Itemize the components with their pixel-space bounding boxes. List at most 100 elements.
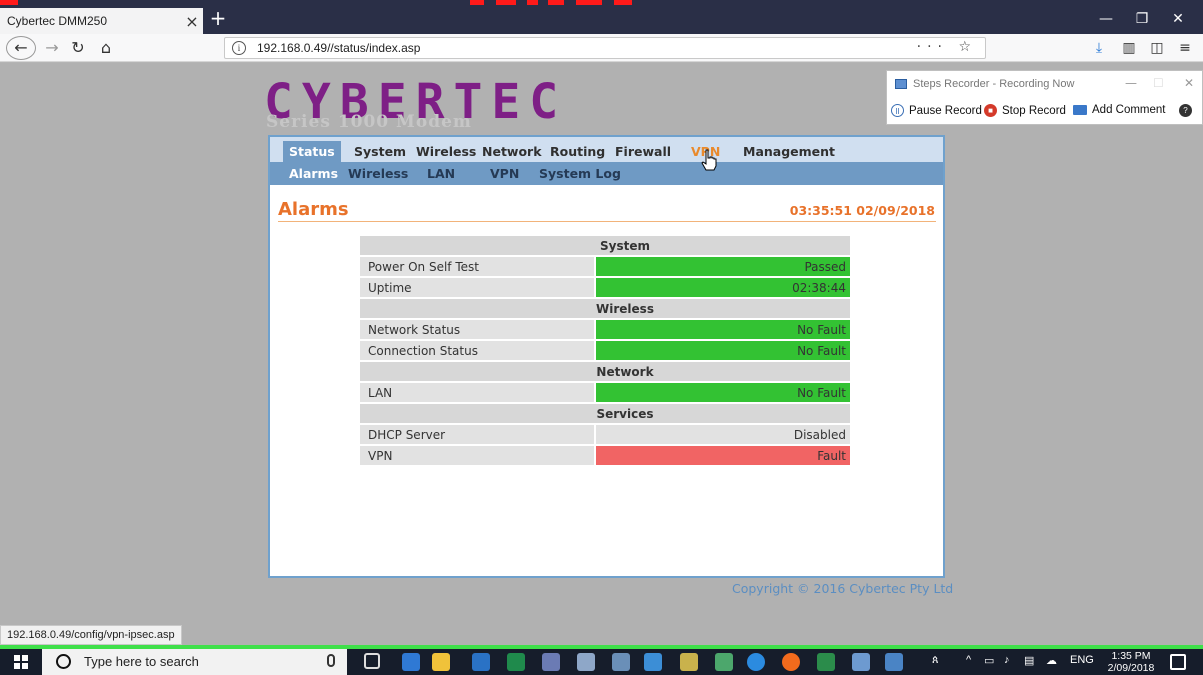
menu-routing[interactable]: Routing xyxy=(550,144,605,159)
sub-menu: Alarms Wireless LAN VPN System Log xyxy=(270,162,943,185)
taskbar-search[interactable]: Type here to search xyxy=(42,649,347,675)
action-center-icon[interactable] xyxy=(1170,654,1186,670)
submenu-lan[interactable]: LAN xyxy=(427,166,455,181)
hand-cursor-icon xyxy=(701,149,717,171)
menu-system[interactable]: System xyxy=(354,144,406,159)
volume-icon[interactable]: ♪ xyxy=(1004,654,1010,666)
cortana-icon xyxy=(56,654,71,669)
page-actions[interactable]: ··· ☆ xyxy=(917,39,977,55)
app-icon[interactable] xyxy=(542,653,560,671)
new-tab-button[interactable]: + xyxy=(207,8,229,30)
microphone-icon[interactable] xyxy=(327,654,335,667)
back-icon[interactable]: ← xyxy=(6,36,36,60)
steps-recorder-toolbar: II Pause Record ■ Stop Record Add Comment … xyxy=(887,101,1202,125)
section-header-row: System xyxy=(360,236,850,255)
row-label: Uptime xyxy=(360,278,596,297)
edge-icon[interactable] xyxy=(747,653,765,671)
network-icon[interactable]: ▤ xyxy=(1024,654,1034,667)
reload-icon[interactable]: ↻ xyxy=(66,37,90,59)
app-icon[interactable] xyxy=(852,653,870,671)
content-frame: Status System Wireless Network Routing F… xyxy=(268,135,945,578)
sidebar-icon[interactable]: ◫ xyxy=(1145,37,1169,59)
section-header-row: Services xyxy=(360,404,850,423)
row-label: LAN xyxy=(360,383,596,402)
menu-network[interactable]: Network xyxy=(482,144,542,159)
stop-record-button[interactable]: ■ Stop Record xyxy=(984,104,1066,117)
app-icon[interactable] xyxy=(577,653,595,671)
browser-tab[interactable]: Cybertec DMM250 × xyxy=(0,8,203,34)
people-icon[interactable]: ጰ xyxy=(932,654,939,667)
row-label: Power On Self Test xyxy=(360,257,596,276)
minimize-icon[interactable]: — xyxy=(1088,8,1124,30)
task-view-icon[interactable] xyxy=(364,653,380,669)
pause-record-button[interactable]: II Pause Record xyxy=(891,104,982,117)
section-wireless: Wireless xyxy=(360,299,850,318)
table-row: DHCP Server Disabled xyxy=(360,425,850,444)
restore-icon[interactable]: ❐ xyxy=(1124,8,1160,30)
tab-title: Cybertec DMM250 xyxy=(7,14,108,28)
project-icon[interactable] xyxy=(817,653,835,671)
row-label: Network Status xyxy=(360,320,596,339)
file-explorer-icon[interactable] xyxy=(432,653,450,671)
language-indicator[interactable]: ENG xyxy=(1070,654,1094,666)
battery-icon[interactable]: ▭ xyxy=(984,654,994,667)
firefox-icon[interactable] xyxy=(782,653,800,671)
close-icon[interactable]: ✕ xyxy=(1184,76,1194,90)
maximize-icon: ☐ xyxy=(1153,76,1164,90)
excel-icon[interactable] xyxy=(507,653,525,671)
web-page: CYBERTEC Series 1000 Modem Status System… xyxy=(0,63,1203,646)
app-icon[interactable] xyxy=(402,653,420,671)
table-row: Power On Self Test Passed xyxy=(360,257,850,276)
download-icon[interactable]: ⤓ xyxy=(1087,37,1111,59)
status-value: No Fault xyxy=(596,341,850,360)
library-icon[interactable]: ▥ xyxy=(1117,37,1141,59)
onedrive-icon[interactable]: ☁ xyxy=(1046,654,1057,667)
app-icon[interactable] xyxy=(680,653,698,671)
browser-navbar: ← → ↻ ⌂ i 192.168.0.49//status/index.asp… xyxy=(0,34,1203,62)
steps-recorder-title: Steps Recorder - Recording Now xyxy=(913,78,1075,90)
taskbar-clock[interactable]: 1:35 PM 2/09/2018 xyxy=(1098,650,1164,674)
copyright-text: Copyright © 2016 Cybertec Pty Ltd xyxy=(732,581,954,596)
status-value: No Fault xyxy=(596,383,850,402)
status-value: Disabled xyxy=(596,425,850,444)
windows-taskbar: Type here to search ጰ ^ ▭ ♪ ▤ ☁ ENG 1:35… xyxy=(0,649,1203,675)
close-window-icon[interactable]: ✕ xyxy=(1160,8,1196,30)
forward-icon[interactable]: → xyxy=(40,37,64,59)
submenu-system-log[interactable]: System Log xyxy=(539,166,621,181)
section-header-row: Network xyxy=(360,362,850,381)
tray-chevron-icon[interactable]: ^ xyxy=(966,654,971,666)
menu-firewall[interactable]: Firewall xyxy=(615,144,671,159)
section-system: System xyxy=(360,236,850,255)
add-comment-button[interactable]: Add Comment xyxy=(1073,104,1166,116)
steps-recorder-titlebar: Steps Recorder - Recording Now — ☐ ✕ xyxy=(887,71,1202,97)
address-bar[interactable]: i 192.168.0.49//status/index.asp ··· ☆ xyxy=(224,37,986,59)
app-icon[interactable] xyxy=(715,653,733,671)
url-text[interactable]: 192.168.0.49//status/index.asp xyxy=(257,41,420,55)
outlook-icon[interactable] xyxy=(472,653,490,671)
menu-management[interactable]: Management xyxy=(743,144,835,159)
browser-status-url: 192.168.0.49/config/vpn-ipsec.asp xyxy=(0,625,182,645)
app-icon[interactable] xyxy=(644,653,662,671)
table-row: Uptime 02:38:44 xyxy=(360,278,850,297)
submenu-alarms[interactable]: Alarms xyxy=(289,166,338,181)
menu-status[interactable]: Status xyxy=(283,141,341,162)
help-button[interactable]: ? xyxy=(1179,104,1197,117)
status-value: Passed xyxy=(596,257,850,276)
steps-recorder-icon xyxy=(895,79,907,89)
menu-wireless[interactable]: Wireless xyxy=(416,144,476,159)
status-value: 02:38:44 xyxy=(596,278,850,297)
submenu-vpn[interactable]: VPN xyxy=(490,166,519,181)
info-icon[interactable]: i xyxy=(232,41,246,55)
steps-recorder-icon[interactable] xyxy=(885,653,903,671)
submenu-wireless[interactable]: Wireless xyxy=(348,166,408,181)
calculator-icon[interactable] xyxy=(612,653,630,671)
minimize-icon[interactable]: — xyxy=(1125,76,1137,90)
close-icon[interactable]: × xyxy=(181,12,203,31)
home-icon[interactable]: ⌂ xyxy=(94,37,118,59)
menu-icon[interactable]: ≡ xyxy=(1173,37,1197,59)
alarms-table: System Power On Self Test Passed Uptime … xyxy=(360,234,850,467)
main-menu: Status System Wireless Network Routing F… xyxy=(270,137,943,162)
start-button[interactable] xyxy=(14,655,28,669)
row-label: DHCP Server xyxy=(360,425,596,444)
product-subtitle: Series 1000 Modem xyxy=(266,112,472,132)
